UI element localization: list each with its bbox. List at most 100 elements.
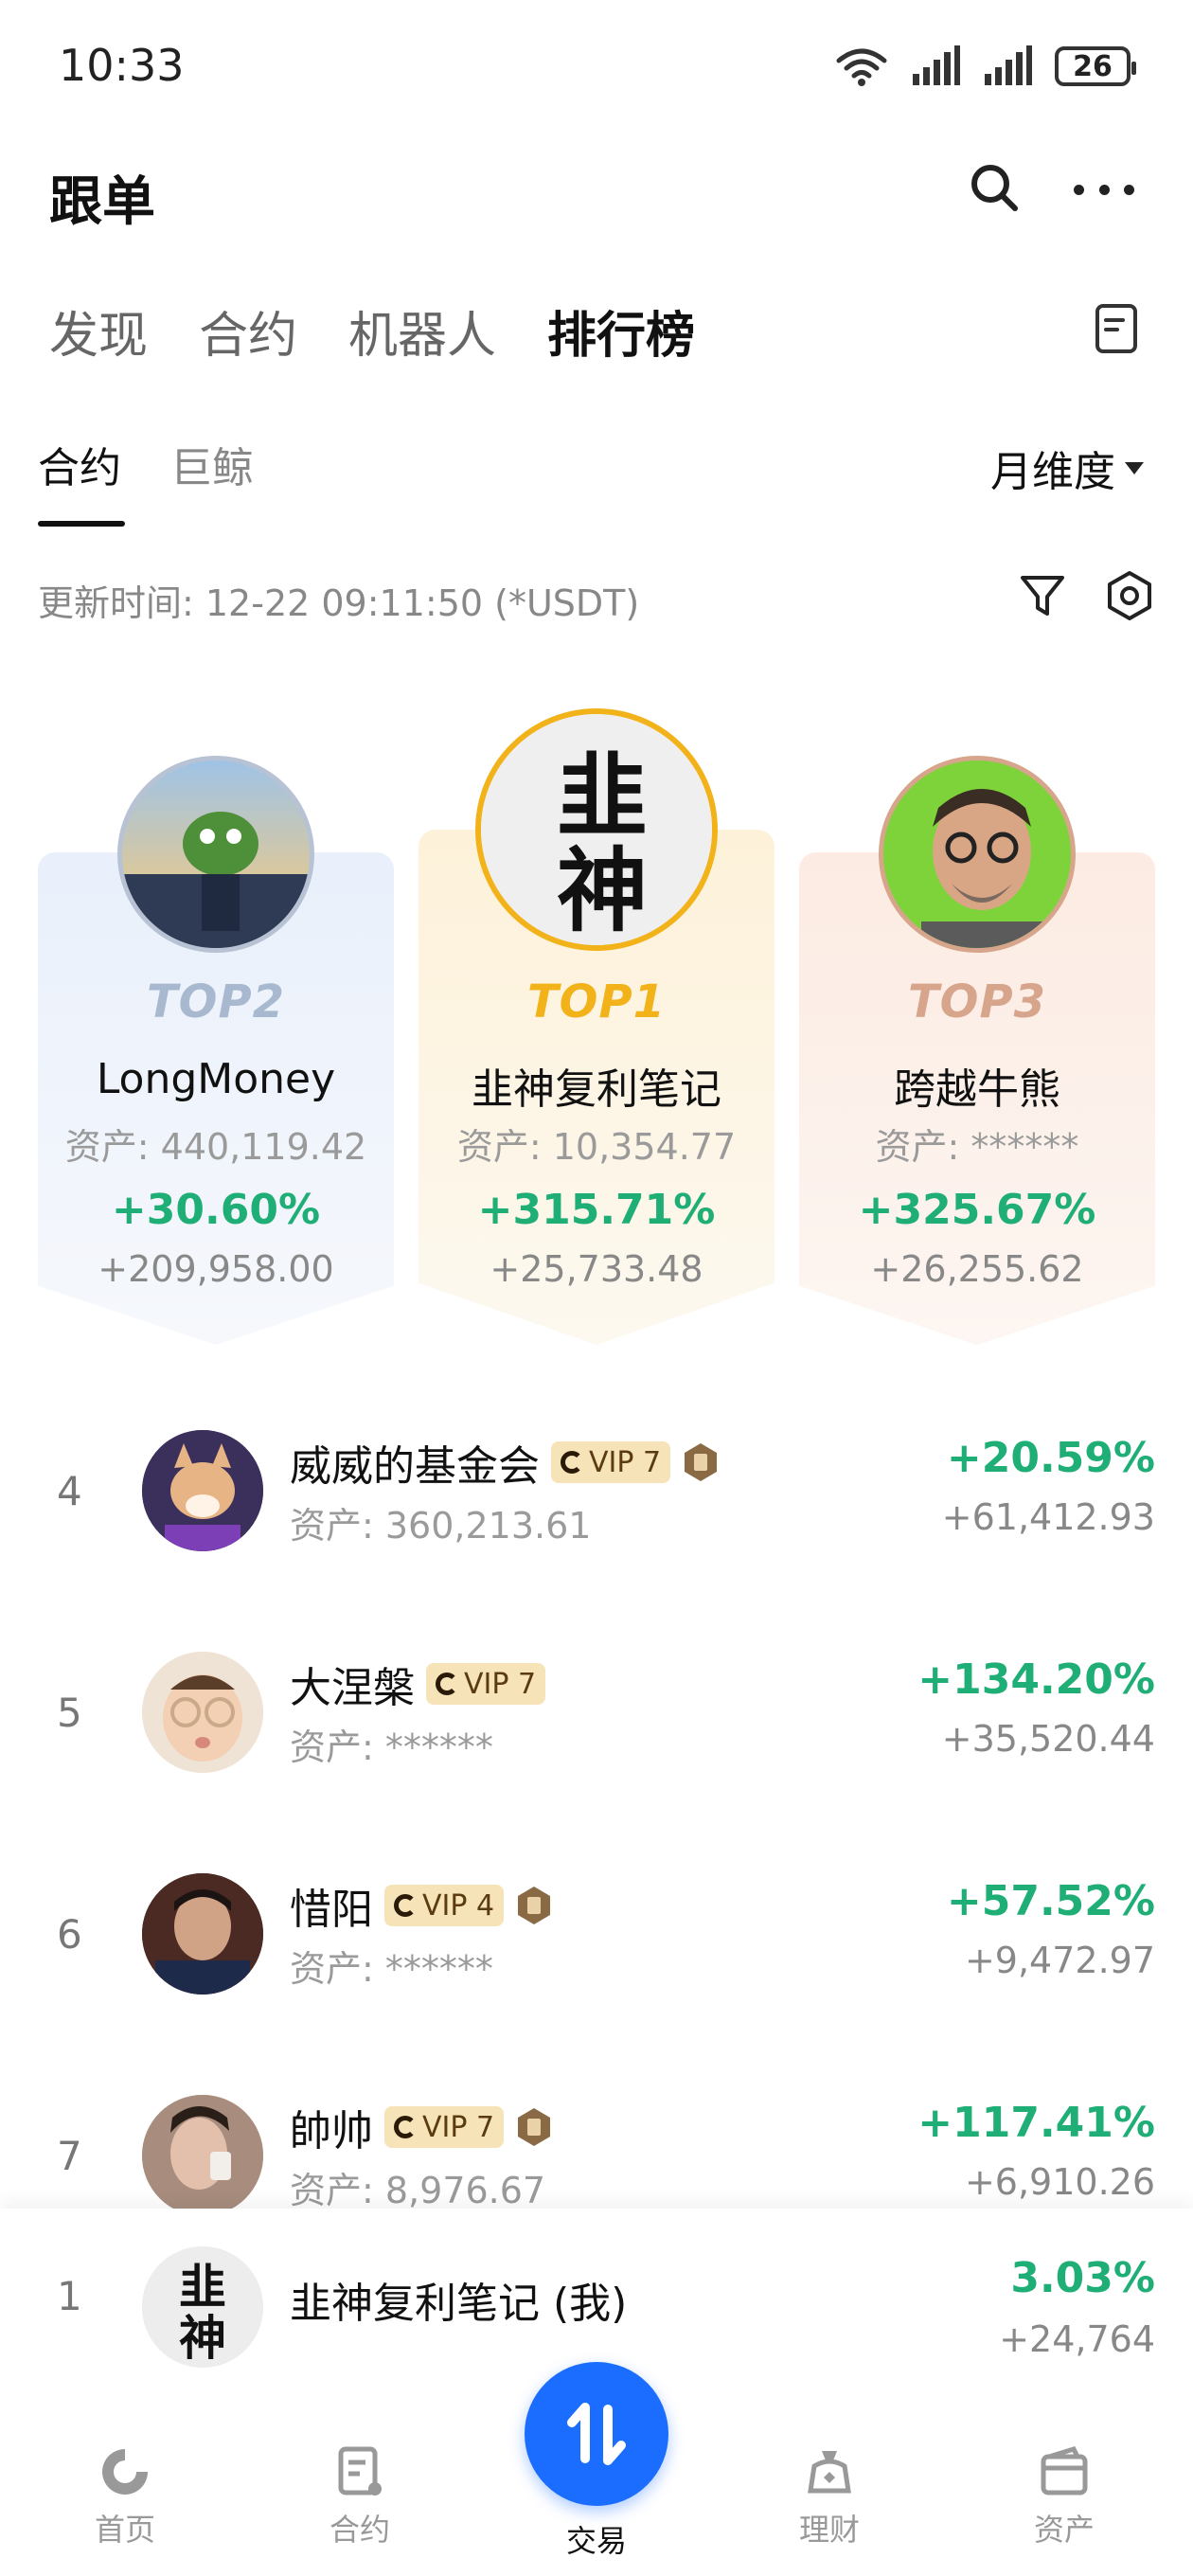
row-pct: +57.52%	[946, 1877, 1155, 1925]
podium-asset: 资产: ******	[875, 1126, 1079, 1168]
list-item[interactable]: 5 大涅槃 VIP 7 资产: ****** +134.20% +35,520.…	[0, 1640, 1193, 1782]
nav-label: 合约	[329, 2512, 390, 2548]
avatar	[142, 2095, 263, 2216]
podium-pct: +30.60%	[111, 1186, 321, 1234]
signal-icon	[913, 45, 960, 85]
podium-rank: TOP1	[526, 975, 667, 1029]
podium-rank: TOP3	[907, 975, 1047, 1029]
document-icon[interactable]	[1095, 303, 1138, 354]
my-pct: 3.03%	[1010, 2254, 1155, 2302]
subtab-contract[interactable]: 合约	[38, 434, 125, 527]
row-name: 威威的基金会	[290, 1442, 540, 1491]
row-name-group: 帥帅 VIP 7	[290, 2097, 553, 2157]
nav-home[interactable]: 首页	[49, 2443, 201, 2549]
avatar	[142, 1430, 263, 1551]
my-name: 韭神复利笔记 (我)	[290, 2280, 628, 2328]
row-asset: 资产: 360,213.61	[290, 1505, 592, 1547]
svg-text:神: 神	[179, 2311, 226, 2366]
row-name: 惜阳	[290, 1886, 373, 1934]
more-icon[interactable]	[1074, 170, 1134, 208]
my-ranking-row[interactable]: 1 韭 神 韭神复利笔记 (我) 3.03% +24,764	[0, 2209, 1193, 2379]
row-asset: 资产: 8,976.67	[290, 2170, 546, 2211]
row-pct: +117.41%	[917, 2099, 1155, 2147]
contract-icon	[338, 2446, 382, 2496]
vip-label: VIP 7	[422, 2110, 495, 2144]
nav-label: 理财	[798, 2512, 860, 2548]
avatar: 韭 神	[475, 708, 718, 951]
medal-icon	[685, 1443, 718, 1481]
medal-icon	[518, 2108, 551, 2146]
podium-rank: TOP2	[146, 975, 286, 1029]
avatar	[117, 756, 314, 953]
tab-robot[interactable]: 机器人	[348, 295, 496, 367]
vip-badge: VIP 4	[384, 1885, 505, 1926]
row-pct: +20.59%	[946, 1434, 1155, 1482]
vip-badge: VIP 7	[551, 1441, 671, 1483]
signal-icon-2	[985, 45, 1032, 85]
vip-ring-icon	[394, 1894, 417, 1917]
trade-icon	[567, 2403, 626, 2465]
medal-icon	[518, 1887, 551, 1924]
vip-ring-icon	[561, 1451, 583, 1474]
podium-name: 跨越牛熊	[894, 1065, 1060, 1114]
tab-discover[interactable]: 发现	[49, 295, 148, 367]
vip-label: VIP 7	[589, 1445, 662, 1479]
row-rank: 5	[57, 1690, 82, 1736]
row-asset: 资产: ******	[290, 1726, 493, 1768]
podium-asset: 资产: 440,119.42	[64, 1126, 367, 1168]
nav-label-trade[interactable]: 交易	[525, 2517, 668, 2561]
row-name: 帥帅	[290, 2107, 373, 2156]
podium-name: 韭神复利笔记	[472, 1065, 721, 1114]
row-pct: +134.20%	[917, 1655, 1155, 1704]
vip-label: VIP 4	[422, 1888, 495, 1923]
tab-leaderboard[interactable]: 排行榜	[547, 295, 695, 367]
podium-name: LongMoney	[96, 1055, 336, 1103]
list-item[interactable]: 7 帥帅 VIP 7 资产: 8,976.67 +117.41% +6,910.…	[0, 2084, 1193, 2226]
status-bar: 10:33 26	[0, 0, 1193, 133]
caret-down-icon	[1125, 461, 1144, 474]
settings-icon[interactable]	[1104, 570, 1155, 621]
list-item[interactable]: 6 惜阳 VIP 4 资产: ****** +57.52% +9,472.97	[0, 1862, 1193, 2004]
row-pnl: +9,472.97	[964, 1940, 1155, 1981]
podium-pct: +315.71%	[477, 1186, 716, 1234]
podium-pnl: +209,958.00	[98, 1248, 334, 1290]
row-pnl: +35,520.44	[941, 1718, 1155, 1760]
podium-pnl: +25,733.48	[490, 1248, 703, 1290]
period-selector[interactable]: 月维度	[990, 438, 1144, 498]
search-icon[interactable]	[968, 161, 1021, 214]
nav-contract[interactable]: 合约	[284, 2443, 436, 2549]
finance-icon	[808, 2451, 851, 2494]
tab-contract[interactable]: 合约	[199, 295, 297, 367]
wifi-icon	[836, 48, 887, 86]
vip-badge: VIP 7	[384, 2106, 505, 2148]
nav-label: 首页	[94, 2512, 155, 2548]
main-tabs: 发现 合约 机器人 排行榜	[49, 295, 695, 367]
battery-indicator: 26	[1055, 46, 1136, 86]
nav-finance[interactable]: 理财	[754, 2443, 905, 2549]
status-icons: 26	[835, 45, 1136, 87]
row-rank: 1	[57, 2273, 82, 2319]
podium-asset: 资产: 10,354.77	[456, 1126, 737, 1168]
home-icon	[102, 2449, 148, 2495]
row-name: 大涅槃	[290, 1664, 415, 1712]
nav-wallet[interactable]: 资产	[988, 2443, 1140, 2549]
avatar	[142, 1652, 263, 1773]
nav-label: 资产	[1033, 2512, 1095, 2548]
row-rank: 4	[57, 1468, 82, 1514]
row-asset: 资产: ******	[290, 1948, 493, 1990]
podium-pct: +325.67%	[858, 1186, 1096, 1234]
row-name-group: 惜阳 VIP 4	[290, 1875, 553, 1936]
status-time: 10:33	[59, 40, 185, 91]
list-item[interactable]: 4 威威的基金会 VIP 7 资产: 360,213.61 +20.59% +6…	[0, 1419, 1193, 1561]
vip-ring-icon	[436, 1673, 458, 1695]
svg-text:神: 神	[557, 838, 648, 944]
svg-text:韭: 韭	[179, 2260, 226, 2315]
podium-pnl: +26,255.62	[870, 1248, 1084, 1290]
vip-label: VIP 7	[464, 1667, 537, 1701]
filter-icon[interactable]	[1019, 572, 1066, 619]
vip-badge: VIP 7	[426, 1663, 546, 1705]
trade-button[interactable]	[525, 2362, 668, 2506]
avatar	[142, 1873, 263, 1995]
row-rank: 6	[57, 1911, 82, 1958]
subtab-whale[interactable]: 巨鲸	[170, 434, 254, 527]
